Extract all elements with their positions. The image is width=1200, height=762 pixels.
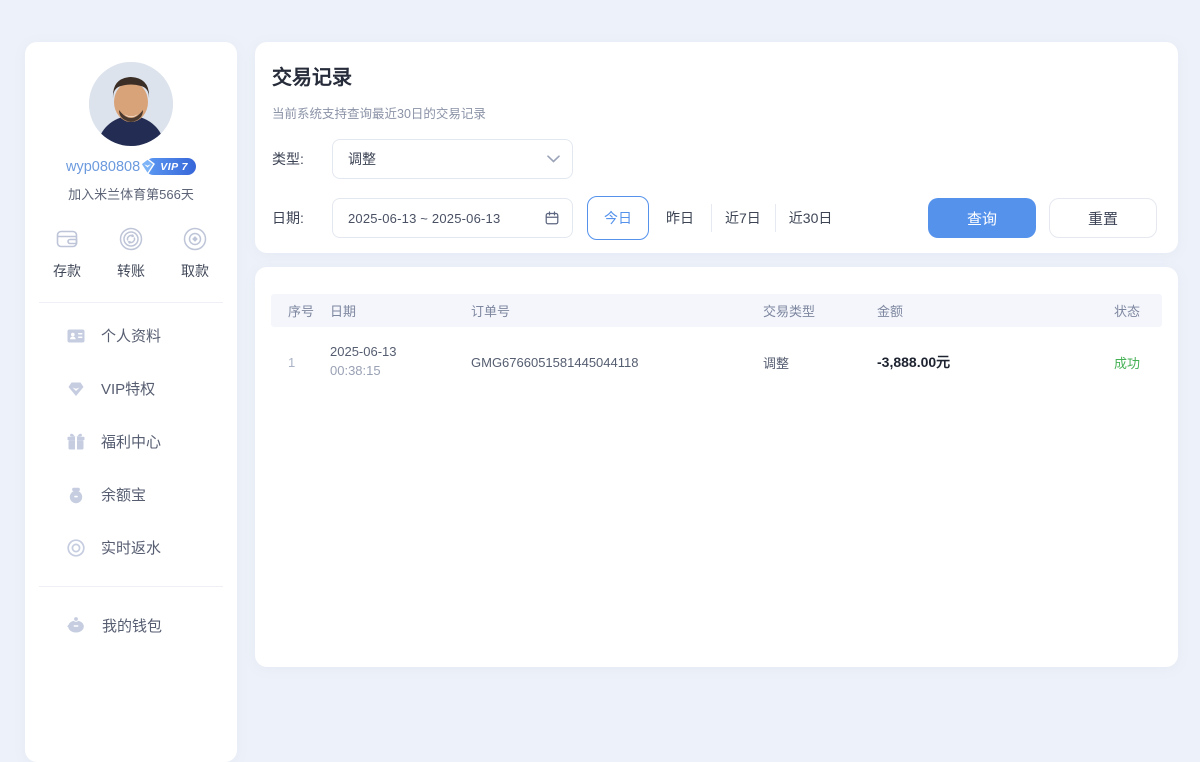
page-subtitle: 当前系统支持查询最近30日的交易记录	[272, 103, 1158, 122]
cell-date-day: 2025-06-13	[330, 344, 397, 359]
sidebar-item-label: 余额宝	[101, 484, 146, 505]
sidebar-item-welfare[interactable]: 福利中心	[25, 415, 237, 468]
range-label: 今日	[604, 208, 632, 228]
reset-button[interactable]: 重置	[1049, 198, 1157, 238]
chevron-down-icon	[547, 155, 560, 163]
type-select-value: 调整	[348, 149, 547, 169]
date-filter-row: 日期: 2025-06-13 ~ 2025-06-13 今日 昨日 近7日 近3…	[272, 196, 1158, 240]
deposit-label: 存款	[53, 261, 81, 281]
joined-days-text: 加入米兰体育第566天	[25, 184, 237, 203]
table-header-row: 序号 日期 订单号 交易类型 金额 状态	[271, 294, 1162, 327]
range-yesterday-button[interactable]: 昨日	[649, 196, 711, 240]
range-30days-button[interactable]: 近30日	[775, 196, 847, 240]
sidebar-item-yuebao[interactable]: 余额宝	[25, 468, 237, 521]
date-range-value: 2025-06-13 ~ 2025-06-13	[348, 211, 544, 226]
sidebar-item-wallet[interactable]: 我的钱包	[25, 593, 237, 657]
sidebar-item-label: 实时返水	[101, 537, 161, 558]
sidebar-item-label: 我的钱包	[102, 615, 162, 636]
date-label: 日期:	[272, 208, 317, 228]
piggy-bank-icon	[66, 615, 87, 635]
money-pot-icon	[66, 485, 86, 505]
page-title: 交易记录	[272, 61, 1158, 90]
range-label: 昨日	[666, 208, 694, 228]
query-button[interactable]: 查询	[928, 198, 1036, 238]
range-label: 近30日	[789, 208, 833, 228]
table-row: 1 2025-06-13 00:38:15 GMG676605158144504…	[271, 330, 1162, 394]
withdraw-button[interactable]: 取款	[181, 225, 209, 281]
withdraw-icon	[181, 225, 209, 253]
type-filter-row: 类型: 调整	[272, 139, 1158, 179]
avatar[interactable]	[89, 62, 173, 146]
sidebar-item-rebate[interactable]: 实时返水	[25, 521, 237, 574]
transfer-icon	[117, 225, 145, 253]
col-header-no: 序号	[271, 301, 330, 320]
cell-date: 2025-06-13 00:38:15	[330, 343, 471, 381]
sidebar-menu-bottom: 我的钱包	[25, 587, 237, 663]
sidebar-item-vip[interactable]: VIP特权	[25, 362, 237, 415]
range-today-button[interactable]: 今日	[587, 196, 649, 240]
sidebar: wyp080808 VIP 7 加入米兰体育第566天 存款	[25, 42, 237, 762]
diamond-icon	[138, 157, 157, 176]
type-label: 类型:	[272, 149, 317, 169]
vip-badge-label: VIP 7	[160, 161, 188, 173]
user-row: wyp080808 VIP 7	[25, 158, 237, 175]
date-quick-ranges: 今日 昨日 近7日 近30日	[587, 196, 846, 240]
avatar-image	[89, 62, 173, 146]
gift-icon	[66, 432, 86, 452]
range-7days-button[interactable]: 近7日	[711, 196, 775, 240]
transactions-panel: 序号 日期 订单号 交易类型 金额 状态 1 2025-06-13 00:38:…	[255, 267, 1178, 667]
deposit-button[interactable]: 存款	[53, 225, 81, 281]
sidebar-item-label: 个人资料	[101, 325, 161, 346]
date-range-input[interactable]: 2025-06-13 ~ 2025-06-13	[332, 198, 573, 238]
transfer-label: 转账	[117, 261, 145, 281]
gem-icon	[66, 379, 86, 399]
calendar-icon	[544, 210, 560, 226]
sidebar-item-label: VIP特权	[101, 378, 155, 399]
sidebar-item-profile[interactable]: 个人资料	[25, 309, 237, 362]
wallet-icon	[53, 225, 81, 253]
cell-amount: -3,888.00元	[877, 352, 1114, 372]
col-header-status: 状态	[1114, 301, 1162, 320]
filter-panel: 交易记录 当前系统支持查询最近30日的交易记录 类型: 调整 日期: 2025-…	[255, 42, 1178, 253]
rebate-icon	[66, 538, 86, 558]
transfer-button[interactable]: 转账	[117, 225, 145, 281]
cell-transaction-type: 调整	[763, 353, 877, 372]
col-header-order: 订单号	[471, 301, 763, 320]
sidebar-menu: 个人资料 VIP特权 福利中心 余额宝	[25, 303, 237, 580]
username: wyp080808	[66, 159, 140, 175]
cell-order-number: GMG6766051581445044118	[471, 355, 763, 370]
quick-actions: 存款 转账 取款	[25, 225, 237, 281]
sidebar-item-label: 福利中心	[101, 431, 161, 452]
vip-badge: VIP 7	[145, 158, 196, 175]
cell-status: 成功	[1114, 353, 1162, 372]
range-label: 近7日	[725, 208, 761, 228]
cell-date-time: 00:38:15	[330, 363, 381, 378]
col-header-amount: 金额	[877, 301, 1114, 320]
type-select[interactable]: 调整	[332, 139, 573, 179]
col-header-type: 交易类型	[763, 301, 877, 320]
col-header-date: 日期	[330, 301, 471, 320]
id-card-icon	[66, 326, 86, 346]
withdraw-label: 取款	[181, 261, 209, 281]
cell-no: 1	[271, 355, 330, 370]
